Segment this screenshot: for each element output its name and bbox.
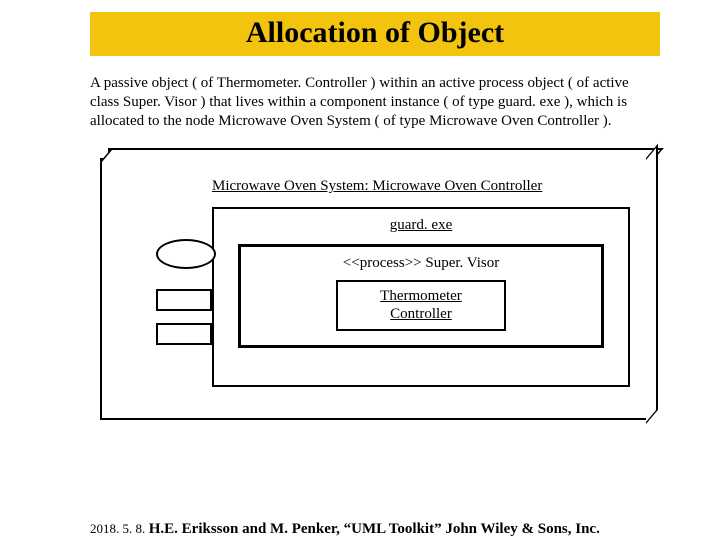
footer-date: 2018. 5. 8. [90, 521, 145, 536]
footer: 2018. 5. 8. H.E. Eriksson and M. Penker,… [90, 521, 600, 538]
title-bar: Allocation of Object [90, 12, 660, 56]
passive-object-box: Thermometer Controller [336, 280, 506, 331]
node-label: Microwave Oven System: Microwave Oven Co… [212, 178, 630, 195]
page-title: Allocation of Object [100, 16, 650, 50]
allocation-diagram: Microwave Oven System: Microwave Oven Co… [90, 148, 660, 424]
process-label: <<process>> Super. Visor [255, 255, 587, 272]
footer-reference: H.E. Eriksson and M. Penker, “UML Toolki… [149, 521, 600, 537]
component-box: guard. exe <<process>> Super. Visor Ther… [212, 207, 630, 387]
node-cube-front-face: Microwave Oven System: Microwave Oven Co… [100, 158, 648, 420]
process-box: <<process>> Super. Visor Thermometer Con… [238, 244, 604, 348]
passive-object-line2: Controller [390, 306, 452, 322]
component-label: guard. exe [232, 217, 610, 234]
passive-object-line1: Thermometer [380, 288, 462, 304]
component-interface-ellipse-icon [156, 239, 216, 269]
component-tab-icon [156, 323, 212, 345]
component-tab-icon [156, 289, 212, 311]
description-paragraph: A passive object ( of Thermometer. Contr… [90, 74, 660, 130]
